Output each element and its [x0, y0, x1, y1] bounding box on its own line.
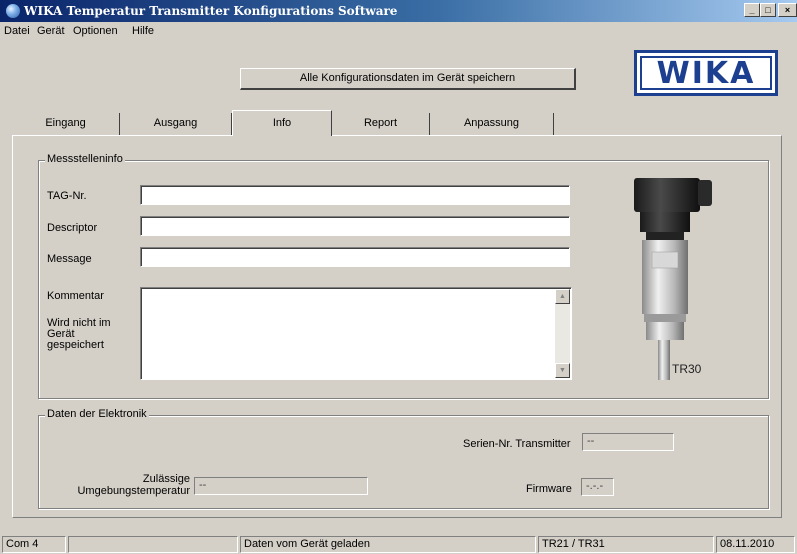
save-all-config-button[interactable]: Alle Konfigurationsdaten im Gerät speich…: [240, 68, 576, 90]
elektronik-title: Daten der Elektronik: [45, 408, 149, 420]
messstelleninfo-title: Messstelleninfo: [45, 153, 125, 165]
window-title: WIKA Temperatur Transmitter Konfiguratio…: [24, 4, 398, 18]
device-model-label: TR30: [672, 362, 702, 376]
tab-ausgang[interactable]: Ausgang: [120, 113, 232, 135]
ambient-temp-label: Zulässige Umgebungstemperatur: [77, 473, 190, 497]
app-globe-icon[interactable]: [6, 4, 20, 18]
descriptor-label: Descriptor: [47, 222, 98, 234]
wika-logo: WIKA: [634, 50, 778, 96]
maximize-button[interactable]: □: [760, 3, 776, 17]
status-date: 08.11.2010: [716, 536, 795, 553]
tag-label: TAG-Nr.: [47, 190, 87, 202]
descriptor-input[interactable]: [140, 216, 570, 236]
tab-report[interactable]: Report: [332, 113, 430, 135]
app-window: WIKA Temperatur Transmitter Konfiguratio…: [0, 0, 797, 554]
serial-label: Serien-Nr. Transmitter: [463, 438, 571, 450]
scroll-down-icon[interactable]: ▼: [555, 363, 570, 378]
tab-info[interactable]: Info: [232, 110, 332, 136]
tag-input[interactable]: [140, 185, 570, 205]
kommentar-scrollbar[interactable]: ▲ ▼: [555, 289, 570, 378]
status-device: TR21 / TR31: [538, 536, 714, 553]
menu-datei[interactable]: Datei: [4, 25, 30, 37]
tr30-device-image: [634, 178, 712, 380]
message-label: Message: [47, 253, 92, 265]
status-message: Daten vom Gerät geladen: [240, 536, 536, 553]
status-empty: [68, 536, 238, 553]
firmware-value: -.-.-: [581, 478, 614, 496]
status-bar: Com 4 Daten vom Gerät geladen TR21 / TR3…: [0, 534, 797, 554]
close-button[interactable]: ×: [778, 3, 797, 17]
logo-text: WIKA: [640, 56, 772, 91]
tab-anpassung[interactable]: Anpassung: [430, 113, 554, 135]
kommentar-label: Kommentar: [47, 290, 104, 302]
ambient-temp-value: --: [194, 477, 368, 495]
menu-hilfe[interactable]: Hilfe: [132, 25, 154, 37]
message-input[interactable]: [140, 247, 570, 267]
menu-bar: Datei Gerät Optionen Hilfe: [0, 22, 797, 40]
menu-geraet[interactable]: Gerät: [37, 25, 65, 37]
status-port: Com 4: [2, 536, 66, 553]
menu-optionen[interactable]: Optionen: [73, 25, 118, 37]
kommentar-textarea[interactable]: ▲ ▼: [140, 287, 572, 380]
scroll-up-icon[interactable]: ▲: [555, 289, 570, 304]
firmware-label: Firmware: [526, 483, 572, 495]
title-bar[interactable]: WIKA Temperatur Transmitter Konfiguratio…: [0, 0, 797, 22]
kommentar-note: Wird nicht im Gerät gespeichert: [47, 317, 111, 351]
tab-eingang[interactable]: Eingang: [12, 113, 120, 135]
minimize-button[interactable]: _: [744, 3, 760, 17]
serial-value: --: [582, 433, 674, 451]
